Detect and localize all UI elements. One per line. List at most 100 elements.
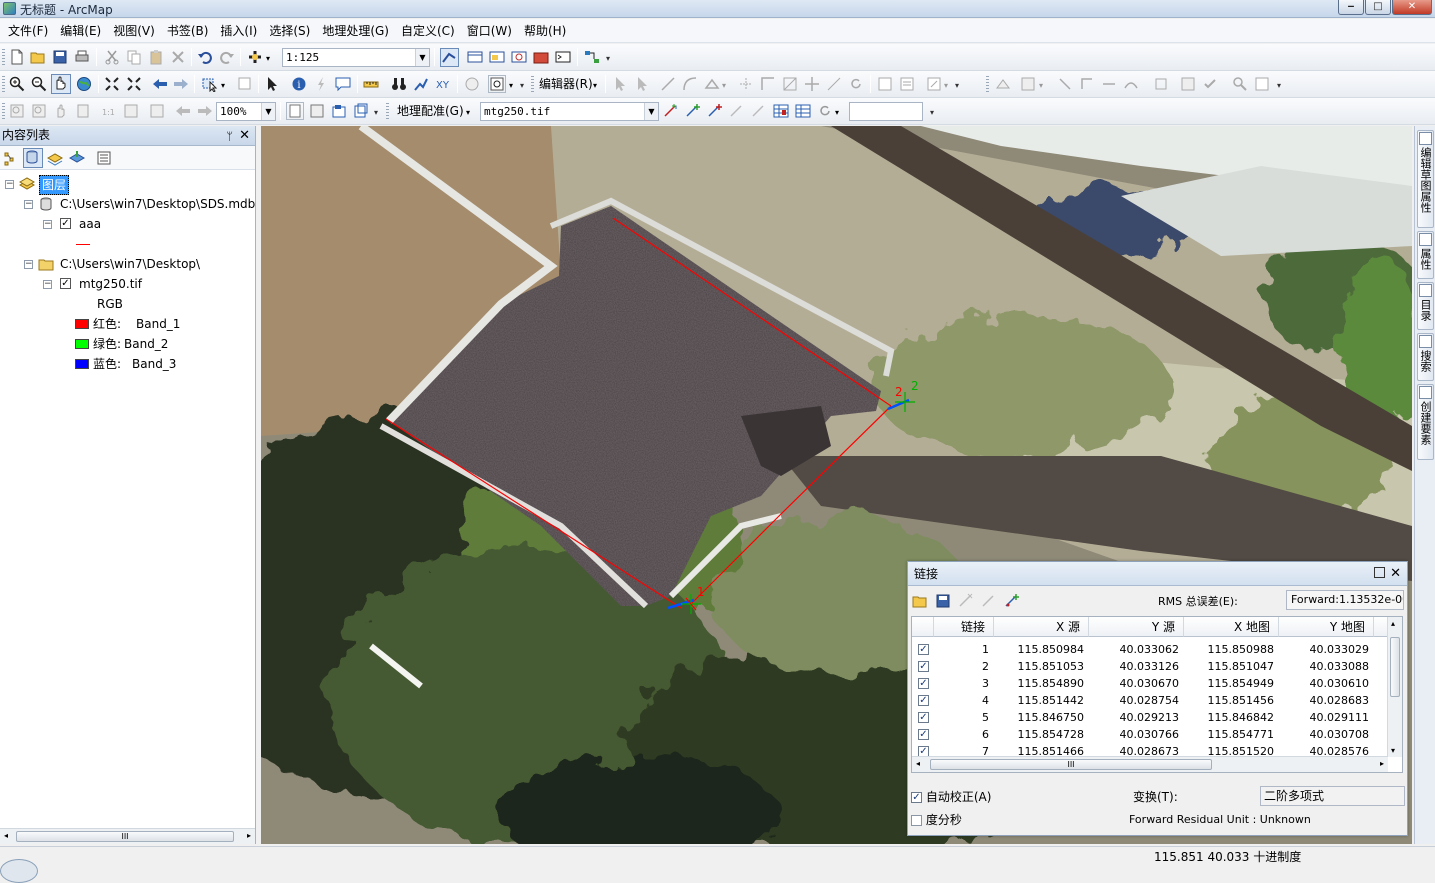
maximize-icon[interactable] xyxy=(1374,567,1385,578)
editor-menu-button[interactable]: 编辑器(R) xyxy=(539,76,593,93)
table-of-contents-icon[interactable] xyxy=(467,49,483,65)
sketch-icon[interactable] xyxy=(826,76,842,92)
menu-file[interactable]: 文件(F) xyxy=(2,19,54,43)
open-icon[interactable] xyxy=(30,49,46,65)
go-forward-extent-layout-icon[interactable] xyxy=(197,103,213,119)
back-extent-icon[interactable] xyxy=(152,76,168,92)
straight-segment-icon[interactable] xyxy=(660,76,676,92)
auto-adjust-checkbox[interactable]: ✓ xyxy=(911,792,922,803)
fix-topology-error-icon[interactable] xyxy=(1202,76,1218,92)
scroll-thumb[interactable]: III xyxy=(930,759,1212,770)
scroll-thumb[interactable]: III xyxy=(16,831,234,842)
table-row[interactable]: ✓ 1 115.850984 40.033062 115.850988 40.0… xyxy=(912,641,1388,658)
pan-icon[interactable] xyxy=(51,74,71,94)
scroll-left-icon[interactable]: ◂ xyxy=(4,831,8,840)
shared-features-icon[interactable] xyxy=(1079,76,1095,92)
layers-label[interactable]: 图层 xyxy=(39,175,70,195)
rotate-icon[interactable] xyxy=(848,76,864,92)
dms-checkbox[interactable] xyxy=(911,815,922,826)
toggle-draft-mode-icon[interactable] xyxy=(286,102,304,120)
redo-icon[interactable] xyxy=(219,49,235,65)
shift-raster-icon[interactable] xyxy=(729,103,745,119)
fixed-zoom-in-layout-icon[interactable] xyxy=(123,103,139,119)
menu-view[interactable]: 视图(V) xyxy=(107,19,161,43)
cut-icon[interactable] xyxy=(104,49,120,65)
open-icon[interactable] xyxy=(912,593,928,609)
link-enabled-checkbox[interactable]: ✓ xyxy=(918,678,929,689)
blue-swatch[interactable] xyxy=(75,359,89,369)
topology-icon[interactable] xyxy=(995,76,1011,92)
add-link-icon[interactable] xyxy=(1004,593,1020,609)
scroll-left-icon[interactable]: ◂ xyxy=(916,759,920,768)
add-data-icon[interactable] xyxy=(247,49,263,65)
list-by-visibility-icon[interactable] xyxy=(47,150,63,166)
table-row[interactable]: ✓ 5 115.846750 40.029213 115.846842 40.0… xyxy=(912,709,1388,726)
model-builder-icon[interactable] xyxy=(584,49,600,65)
column-header-y-map[interactable]: Y 地图 xyxy=(1279,617,1374,637)
arctoolbox-icon[interactable] xyxy=(533,49,549,65)
auto-adjust-label[interactable]: 自动校正(A) xyxy=(926,790,992,804)
toolbar-options-icon[interactable]: ▾ xyxy=(520,81,528,95)
fixed-zoom-out-layout-icon[interactable] xyxy=(149,103,165,119)
binoculars-icon[interactable] xyxy=(391,76,407,92)
link-enabled-checkbox[interactable]: ✓ xyxy=(918,712,929,723)
georeferencing-menu-button[interactable]: 地理配准(G) xyxy=(397,103,464,120)
close-icon[interactable]: ✕ xyxy=(1390,562,1401,586)
zoom-100-icon[interactable]: 1:1 xyxy=(101,103,117,119)
menu-customize[interactable]: 自定义(C) xyxy=(395,19,461,43)
menu-windows[interactable]: 窗口(W) xyxy=(461,19,518,43)
view-link-table-icon[interactable] xyxy=(773,103,789,119)
column-header-x-source[interactable]: X 源 xyxy=(994,617,1089,637)
auto-registration-icon[interactable] xyxy=(751,103,767,119)
edit-annotation-icon[interactable] xyxy=(634,76,650,92)
new-icon[interactable] xyxy=(9,49,25,65)
link-enabled-checkbox[interactable]: ✓ xyxy=(918,661,929,672)
column-header-x-map[interactable]: X 地图 xyxy=(1184,617,1279,637)
expander-toggle[interactable]: − xyxy=(5,180,14,189)
save-icon[interactable] xyxy=(935,593,951,609)
transform-dropdown[interactable]: 二阶多项式 xyxy=(1260,786,1405,806)
green-swatch[interactable] xyxy=(75,339,89,349)
link-table-vertical-scrollbar[interactable]: ▴ ▾ xyxy=(1387,617,1402,757)
red-swatch[interactable] xyxy=(75,319,89,329)
sketch-properties-icon[interactable] xyxy=(899,76,915,92)
database-path[interactable]: C:\Users\win7\Desktop\SDS.mdb xyxy=(60,195,255,213)
start-orb-icon[interactable] xyxy=(0,859,38,883)
end-point-arc-icon[interactable] xyxy=(682,76,698,92)
go-back-extent-layout-icon[interactable] xyxy=(175,103,191,119)
zoom-in-icon[interactable] xyxy=(9,76,25,92)
rotate-raster-icon[interactable] xyxy=(663,103,679,119)
fixed-zoom-in-icon[interactable] xyxy=(104,76,120,92)
error-inspector-icon[interactable] xyxy=(1232,76,1248,92)
scroll-right-icon[interactable]: ▸ xyxy=(1380,759,1384,768)
close-button[interactable]: ✕ xyxy=(1392,0,1432,15)
split-icon[interactable] xyxy=(804,76,820,92)
create-viewer-icon[interactable] xyxy=(488,75,506,93)
link-enabled-checkbox[interactable]: ✓ xyxy=(918,644,929,655)
dms-label[interactable]: 度分秒 xyxy=(926,813,962,827)
toolbar-grip[interactable] xyxy=(2,49,5,66)
close-icon[interactable]: ✕ xyxy=(239,126,250,145)
expander-toggle[interactable]: − xyxy=(24,200,33,209)
tab-catalog[interactable]: 目录 xyxy=(1417,282,1434,330)
column-header-y-source[interactable]: Y 源 xyxy=(1089,617,1184,637)
link-table-horizontal-scrollbar[interactable]: ◂ III ▸ xyxy=(912,756,1388,772)
scroll-thumb[interactable] xyxy=(1390,637,1400,697)
red-line-symbol[interactable] xyxy=(76,244,90,245)
map-scale-dropdown[interactable]: 1:125 ▼ xyxy=(282,48,430,67)
edit-vertices-icon[interactable] xyxy=(738,76,754,92)
scroll-up-icon[interactable]: ▴ xyxy=(1391,619,1395,628)
layer-visibility-checkbox[interactable]: ✓ xyxy=(60,278,71,289)
html-popup-icon[interactable] xyxy=(335,76,351,92)
scroll-down-icon[interactable]: ▾ xyxy=(1391,746,1395,755)
scale-raster-icon[interactable] xyxy=(707,103,723,119)
table-row[interactable]: ✓ 2 115.851053 40.033126 115.851047 40.0… xyxy=(912,658,1388,675)
undo-icon[interactable] xyxy=(197,49,213,65)
menu-selection[interactable]: 选择(S) xyxy=(263,19,316,43)
maximize-button[interactable]: □ xyxy=(1365,0,1391,15)
edit-tool-icon[interactable] xyxy=(612,76,628,92)
link-enabled-checkbox[interactable]: ✓ xyxy=(918,729,929,740)
select-elements-icon[interactable] xyxy=(264,76,280,92)
delete-icon[interactable] xyxy=(170,49,186,65)
column-header-link[interactable]: 链接 xyxy=(934,617,994,637)
